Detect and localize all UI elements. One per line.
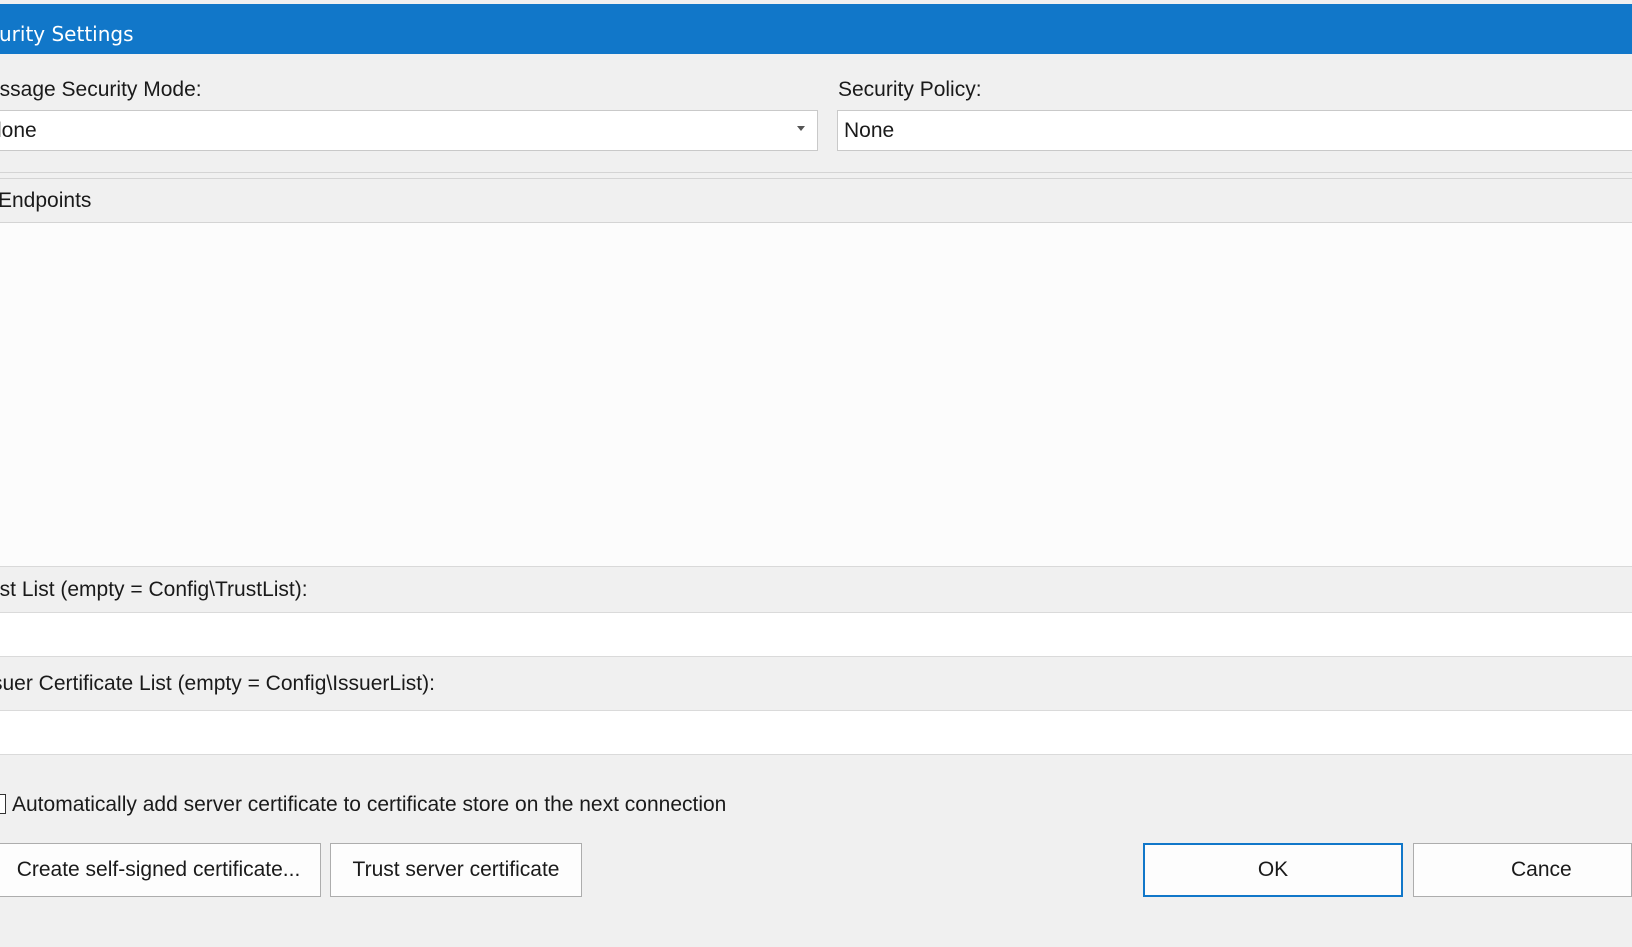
issuer-list-label-row: suer Certificate List (empty = Config\Is… (0, 657, 1632, 710)
separator (0, 172, 1632, 173)
endpoints-header-label: Endpoints (0, 189, 92, 212)
auto-add-checkbox[interactable] (0, 794, 6, 814)
issuer-list-input[interactable] (0, 710, 1632, 755)
endpoints-list[interactable] (0, 223, 1632, 567)
security-mode-value: lone (0, 119, 37, 142)
security-settings-dialog: curity Settings essage Security Mode: lo… (0, 0, 1632, 947)
create-self-signed-certificate-button[interactable]: Create self-signed certificate... (0, 843, 321, 897)
cancel-button[interactable]: Cance (1413, 843, 1632, 897)
auto-add-label[interactable]: Automatically add server certificate to … (12, 793, 726, 817)
window-title: curity Settings (0, 22, 134, 46)
endpoints-column-header[interactable]: Endpoints (0, 178, 1632, 223)
issuer-list-label: suer Certificate List (empty = Config\Is… (0, 672, 435, 695)
security-mode-label: essage Security Mode: (0, 78, 202, 101)
trust-list-label: ust List (empty = Config\TrustList): (0, 578, 308, 601)
trust-list-label-row: ust List (empty = Config\TrustList): (0, 567, 1632, 612)
security-mode-dropdown[interactable]: lone (0, 110, 818, 151)
trust-server-certificate-button[interactable]: Trust server certificate (330, 843, 582, 897)
security-policy-field[interactable]: None (837, 110, 1632, 151)
security-policy-label: Security Policy: (838, 78, 982, 101)
trust-list-input[interactable] (0, 612, 1632, 657)
title-bar[interactable]: curity Settings (0, 4, 1632, 54)
security-policy-value: None (844, 119, 895, 142)
chevron-down-icon[interactable] (797, 126, 805, 131)
ok-button[interactable]: OK (1143, 843, 1403, 897)
